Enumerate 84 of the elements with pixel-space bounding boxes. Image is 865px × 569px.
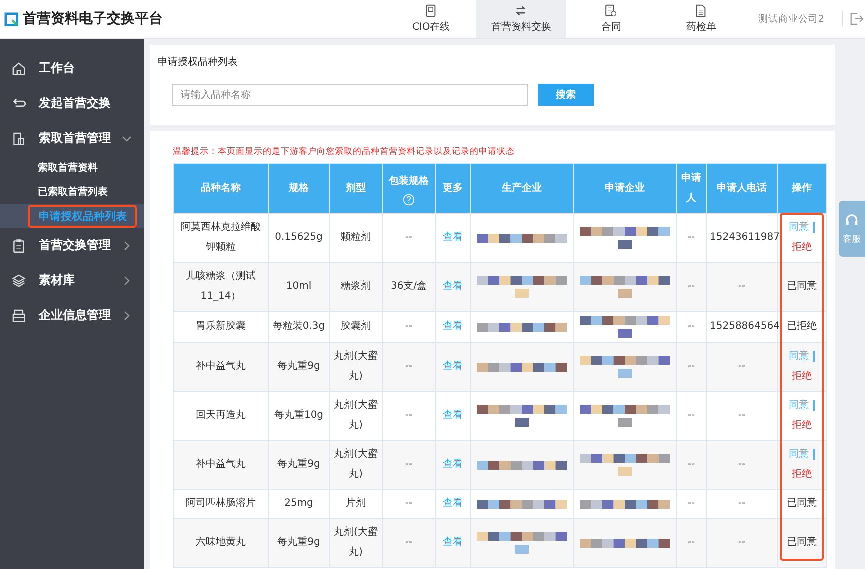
table-cell: -- xyxy=(676,342,706,392)
table-cell: -- xyxy=(706,342,778,392)
app-title: 首营资料电子交换平台 xyxy=(23,10,163,28)
table-cell: 糖浆剂 xyxy=(330,262,382,312)
reject-link[interactable]: 拒绝 xyxy=(792,420,812,431)
sidebar-subitem[interactable]: 索取首营资料 xyxy=(0,156,144,180)
support-button[interactable]: 客服 xyxy=(839,201,865,257)
table-cell: 10ml xyxy=(268,262,330,312)
table-cell: 每丸重9g xyxy=(268,440,330,490)
clipboard-icon xyxy=(11,238,27,254)
table-cell: -- xyxy=(706,262,778,312)
table-cell: -- xyxy=(676,518,706,568)
table-cell: 丸剂(大蜜丸) xyxy=(330,440,382,490)
table-cell: 补中益气丸 xyxy=(174,440,268,490)
layers-icon xyxy=(11,272,27,288)
table-cell: 补中益气丸 xyxy=(174,342,268,392)
table-cell: 每丸重9g xyxy=(268,342,330,392)
reject-link[interactable]: 拒绝 xyxy=(792,242,812,253)
sidebar-item[interactable]: 素材库 xyxy=(0,263,144,298)
table-cell: -- xyxy=(382,342,436,392)
nav-tab[interactable]: 合同 xyxy=(566,0,656,38)
table-cell: -- xyxy=(382,518,436,568)
status-text: 已同意 xyxy=(787,498,817,509)
notice-text: 温馨提示：本页面显示的是下游客户向您索取的品种首营资料记录以及记录的申请状态 xyxy=(173,146,516,158)
sidebar-item[interactable]: 发起首营交换 xyxy=(0,86,144,121)
column-header: 操作 xyxy=(778,164,826,214)
column-header: 剂型 xyxy=(330,164,382,214)
printer-icon xyxy=(11,308,27,324)
view-link[interactable]: 查看 xyxy=(443,459,463,470)
nav-tab[interactable]: 药检单 xyxy=(656,0,746,38)
swap-arrows-icon xyxy=(514,4,528,18)
sidebar-item[interactable]: 企业信息管理 xyxy=(0,298,144,333)
view-link[interactable]: 查看 xyxy=(443,232,463,243)
account-name[interactable]: 测试商业公司2 xyxy=(758,12,824,26)
logo-icon xyxy=(4,12,19,26)
table-cell: -- xyxy=(382,440,436,490)
table-cell: 六味地黄丸 xyxy=(174,518,268,568)
agree-link[interactable]: 同意 xyxy=(789,222,815,233)
column-header: 生产企业 xyxy=(470,164,574,214)
column-header: 申请人电话 xyxy=(706,164,778,214)
column-header: 包装规格 xyxy=(382,164,436,214)
view-link[interactable]: 查看 xyxy=(443,281,463,292)
table-cell: 丸剂(大蜜丸) xyxy=(330,518,382,568)
agree-link[interactable]: 同意 xyxy=(789,400,815,411)
view-link[interactable]: 查看 xyxy=(443,537,463,548)
agree-link[interactable]: 同意 xyxy=(789,449,815,460)
column-header: 申请人 xyxy=(676,164,706,214)
table-cell: 丸剂(大蜜丸) xyxy=(330,342,382,392)
table-cell: -- xyxy=(706,440,778,490)
table-cell: -- xyxy=(676,440,706,490)
document-icon xyxy=(604,4,618,18)
logout-icon[interactable] xyxy=(842,11,865,27)
sidebar-item[interactable]: 索取首营管理 xyxy=(0,121,144,156)
document-icon xyxy=(694,4,708,18)
table-cell: -- xyxy=(706,518,778,568)
table-cell: 儿咳糖浆（测试11_14） xyxy=(174,262,268,312)
agree-link[interactable]: 同意 xyxy=(789,351,815,362)
sidebar-subitem[interactable]: 已索取首营列表 xyxy=(0,180,144,204)
reject-link[interactable]: 拒绝 xyxy=(792,469,812,480)
status-text: 已同意 xyxy=(787,537,817,548)
search-field[interactable]: 请输入品种名称 xyxy=(172,84,528,106)
nav-tab[interactable]: 首营资料交换 xyxy=(476,0,566,38)
view-link[interactable]: 查看 xyxy=(443,361,463,372)
document-icon xyxy=(11,130,27,146)
sidebar-item[interactable]: 首营交换管理 xyxy=(0,228,144,263)
table-cell: 36支/盒 xyxy=(382,262,436,312)
table-cell: -- xyxy=(676,262,706,312)
table-cell: 每丸重9g xyxy=(268,518,330,568)
reject-link[interactable]: 拒绝 xyxy=(792,371,812,382)
status-text: 已拒绝 xyxy=(787,321,817,332)
column-header: 更多 xyxy=(436,164,470,214)
page-title: 申请授权品种列表 xyxy=(158,56,239,69)
view-link[interactable]: 查看 xyxy=(443,410,463,421)
sidebar-subitem[interactable]: 申请授权品种列表 xyxy=(0,204,144,228)
column-header: 申请企业 xyxy=(574,164,676,214)
nav-tab[interactable]: CIO在线 xyxy=(386,0,476,38)
column-header: 规格 xyxy=(268,164,330,214)
column-header: 品种名称 xyxy=(174,164,268,214)
book-icon xyxy=(424,4,438,18)
status-text: 已同意 xyxy=(787,281,817,292)
search-button[interactable]: 搜索 xyxy=(538,84,594,106)
home-icon xyxy=(11,60,27,76)
help-icon[interactable] xyxy=(403,194,415,206)
sidebar-item[interactable]: 工作台 xyxy=(0,51,144,86)
